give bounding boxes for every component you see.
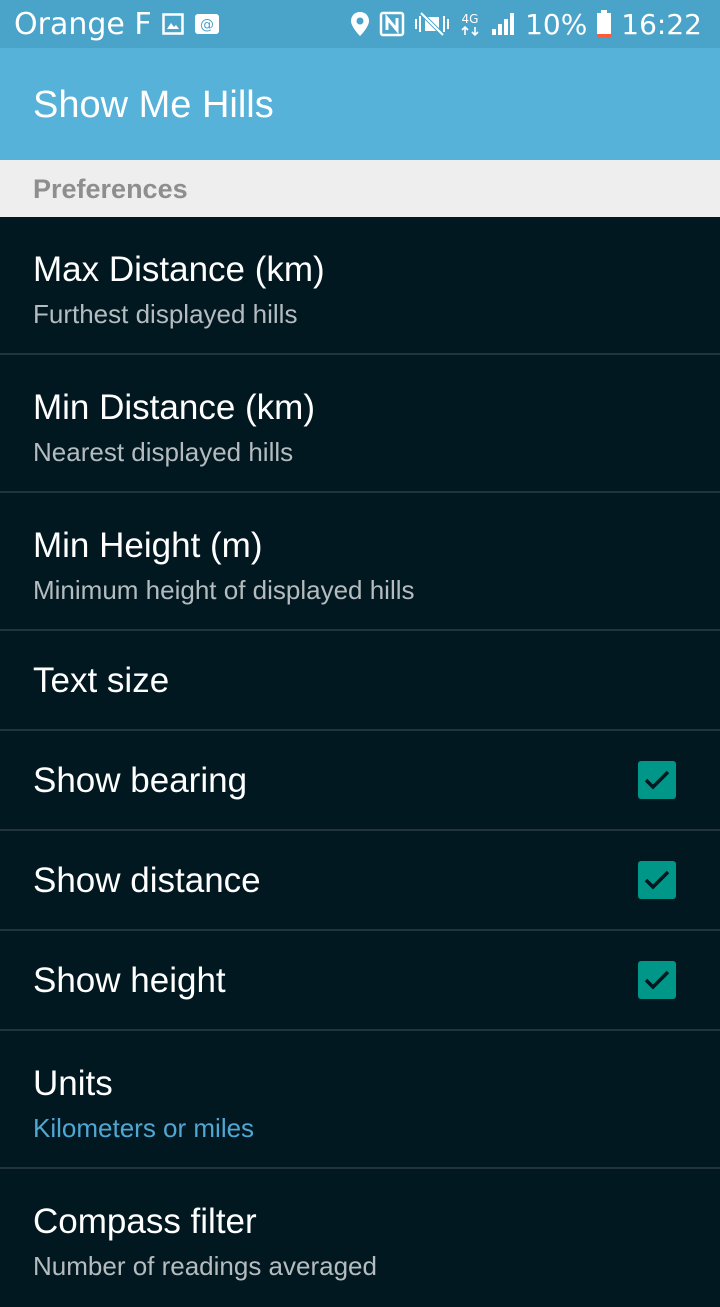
pref-summary: Minimum height of displayed hills: [33, 575, 415, 605]
status-right: 4G 10% 16:22: [350, 0, 702, 48]
network-type: 4G: [459, 11, 481, 37]
preference-list: Max Distance (km) Furthest displayed hil…: [0, 217, 720, 1307]
location-icon: [350, 11, 370, 37]
pref-title: Min Height (m): [33, 526, 263, 565]
check-icon: [644, 870, 670, 890]
pref-compass-filter[interactable]: Compass filter Number of readings averag…: [0, 1169, 720, 1307]
status-left: Orange F @: [14, 0, 220, 48]
preferences-category-header: Preferences: [0, 160, 720, 217]
pref-title: Units: [33, 1064, 113, 1103]
network-type-label: 4G: [462, 12, 479, 26]
pref-summary: Furthest displayed hills: [33, 299, 298, 329]
check-icon: [644, 770, 670, 790]
category-title: Preferences: [33, 174, 188, 204]
pref-title: Min Distance (km): [33, 388, 315, 427]
pref-show-bearing[interactable]: Show bearing: [0, 731, 720, 831]
show-bearing-checkbox[interactable]: [638, 761, 676, 799]
email-icon: @: [194, 13, 220, 35]
check-icon: [644, 970, 670, 990]
app-bar: Show Me Hills: [0, 48, 720, 160]
mute-icon: [414, 11, 450, 37]
pref-show-height[interactable]: Show height: [0, 931, 720, 1031]
pref-title: Compass filter: [33, 1202, 257, 1241]
gallery-icon: [161, 13, 184, 35]
battery-icon: [596, 9, 612, 39]
nfc-icon: [379, 11, 405, 37]
pref-title: Text size: [33, 661, 170, 700]
signal-icon: [490, 11, 516, 37]
pref-max-distance[interactable]: Max Distance (km) Furthest displayed hil…: [0, 217, 720, 355]
pref-show-distance[interactable]: Show distance: [0, 831, 720, 931]
clock: 16:22: [621, 7, 702, 41]
app-title: Show Me Hills: [33, 84, 274, 126]
battery-percent: 10%: [525, 7, 588, 41]
pref-title: Max Distance (km): [33, 250, 325, 289]
pref-summary: Kilometers or miles: [33, 1113, 255, 1143]
pref-min-height[interactable]: Min Height (m) Minimum height of display…: [0, 493, 720, 631]
pref-text-size[interactable]: Text size: [0, 631, 720, 731]
carrier-name: Orange F: [14, 6, 152, 42]
pref-summary: Nearest displayed hills: [33, 437, 294, 467]
pref-summary: Number of readings averaged: [33, 1251, 377, 1281]
status-bar: Orange F @ 4G 10% 16:22: [0, 0, 720, 48]
svg-text:@: @: [200, 17, 214, 33]
pref-units[interactable]: Units Kilometers or miles: [0, 1031, 720, 1169]
pref-title: Show bearing: [33, 761, 248, 800]
show-height-checkbox[interactable]: [638, 961, 676, 999]
show-distance-checkbox[interactable]: [638, 861, 676, 899]
pref-title: Show distance: [33, 861, 261, 900]
pref-min-distance[interactable]: Min Distance (km) Nearest displayed hill…: [0, 355, 720, 493]
pref-title: Show height: [33, 961, 226, 1000]
